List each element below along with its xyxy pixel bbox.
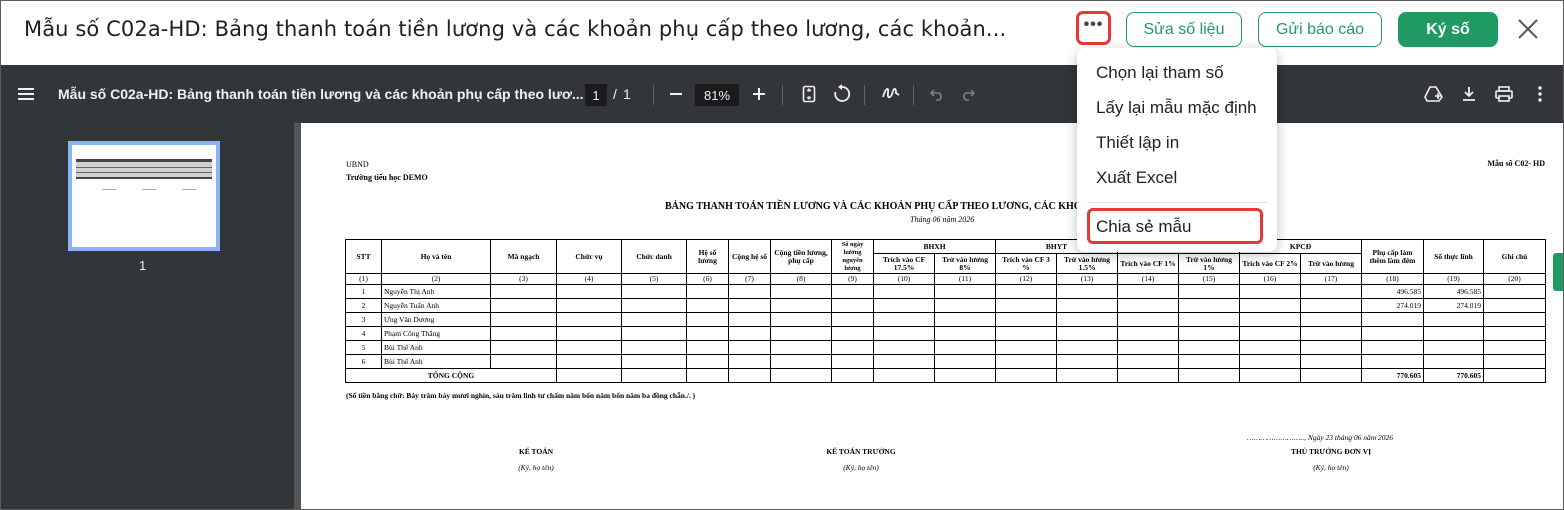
col-name: Họ và tên [381,239,491,274]
close-button[interactable] [1515,16,1541,42]
col-coef-add: Cộng hệ số [728,239,771,274]
side-panel-handle[interactable] [1553,253,1563,291]
col-bhtn-deduct: Trừ vào lương 1% [1178,253,1240,274]
zoom-out-icon[interactable] [665,83,687,105]
col-note: Ghi chú [1483,239,1546,274]
col-net: Số thực lĩnh [1423,239,1484,274]
table-row: 5 Bùi Thế Anh [345,340,1546,355]
document-form-number: Mẫu số C02- HD [1487,159,1545,168]
close-icon [1518,19,1538,39]
col-coef: Hệ số lương [686,239,729,274]
signer-chief-accountant: KẾ TOÁN TRƯỞNG (Ký, họ tên) [826,447,896,472]
zoom-in-icon[interactable] [748,83,770,105]
dialog-header: Mẫu số C02a-HD: Bảng thanh toán tiền lươ… [1,1,1563,65]
redo-icon[interactable] [957,83,979,105]
col-title: Chức danh [621,239,687,274]
col-bhxh-deduct: Trừ vào lương 8% [934,253,996,274]
col-night: Phụ cấp làm thêm làm đêm [1361,239,1424,274]
table-row: 3 Ưng Văn Dương [345,312,1546,327]
rotate-icon[interactable] [831,83,853,105]
page-thumbnail[interactable] [68,141,220,251]
print-icon[interactable] [1493,83,1515,105]
menu-item-reselect-params[interactable]: Chọn lại tham số [1096,63,1224,83]
fit-page-icon[interactable] [798,83,820,105]
menu-item-export-excel[interactable]: Xuất Excel [1096,168,1177,188]
col-kpcd-deduct: Trừ vào lương [1300,253,1362,274]
col-stt: STT [345,239,382,274]
document-school: Trường tiểu học DEMO [346,173,428,182]
pdf-viewer: Mẫu số C02a-HD: Bảng thanh toán tiền lươ… [1,65,1563,509]
report-preview-window: Mẫu số C02a-HD: Bảng thanh toán tiền lươ… [0,0,1564,510]
thumbnail-page-number: 1 [139,258,147,273]
col-position: Chức vụ [556,239,622,274]
table-row: 2 Nguyễn Tuấn Anh 274.019 274.019 [345,298,1546,313]
pdf-toolbar: Mẫu số C02a-HD: Bảng thanh toán tiền lươ… [1,65,1563,123]
col-rank: Mã ngạch [490,239,557,274]
signer-accountant: KẾ TOÁN (Ký, họ tên) [518,447,554,472]
menu-item-share-template[interactable]: Chia sẻ mẫu [1096,217,1191,237]
page-separator: / [613,86,617,102]
document-month: Tháng 06 năm 2026 [910,215,975,224]
undo-icon[interactable] [926,83,948,105]
col-bhyt-deduct: Trừ vào lương 1.5% [1056,253,1118,274]
document-heading: BẢNG THANH TOÁN TIỀN LƯƠNG VÀ CÁC KHOẢN … [665,201,1082,212]
signature-date: …………………….., Ngày 23 tháng 06 năm 2026 [1247,433,1394,442]
toolbar-divider [913,85,914,105]
col-kpcd-cf: Trích vào CF 2% [1239,253,1301,274]
digital-sign-button[interactable]: Ký số [1398,12,1498,47]
drive-save-icon[interactable] [1423,83,1445,105]
col-bhyt-cf: Trích vào CF 3 % [995,253,1057,274]
amount-in-words: (Số tiền bằng chữ: Bảy trăm bảy mươi ngh… [346,391,696,400]
toolbar-divider [653,85,654,105]
col-bhtn-cf: Trích vào CF 1% [1117,253,1179,274]
col-days: Số ngày hưởng nguyên lương [831,239,874,274]
total-row: TỔNG CỘNG 770.605 770.605 [345,368,1546,383]
pdf-page: UBND Trường tiểu học DEMO Mẫu số C02- HD… [301,123,1563,509]
col-salary-sum: Cộng tiền lương, phụ cấp [770,239,832,274]
menu-icon[interactable] [16,83,38,105]
table-row: 1 Nguyễn Thị Anh 496.585 496.585 [345,284,1546,299]
zoom-level-input[interactable]: 81% [695,84,739,106]
signer-head-of-unit: THỦ TRƯỞNG ĐƠN VỊ (Ký, họ tên) [1290,447,1372,472]
col-bhxh: BHXH [873,239,996,254]
more-options-menu: Chọn lại tham số Lấy lại mẫu mặc định Th… [1077,48,1277,252]
menu-item-print-setup[interactable]: Thiết lập in [1096,133,1179,153]
page-number-input[interactable]: 1 [585,84,607,106]
col-bhxh-cf: Trích vào CF 17.5% [873,253,935,274]
more-icon: ••• [1083,16,1104,33]
table-row: 6 Bùi Thế Anh [345,354,1546,369]
more-options-button[interactable]: ••• [1076,11,1111,45]
menu-item-reset-template[interactable]: Lấy lại mẫu mặc định [1096,98,1257,118]
draw-icon[interactable] [880,83,902,105]
more-vert-icon[interactable] [1529,83,1551,105]
page-total: 1 [623,86,631,102]
download-icon[interactable] [1458,83,1480,105]
dialog-title: Mẫu số C02a-HD: Bảng thanh toán tiền lươ… [24,17,1007,41]
table-row: 4 Phạm Công Thắng [345,326,1546,341]
toolbar-divider [864,85,865,105]
toolbar-divider [782,85,783,105]
pdf-document-title: Mẫu số C02a-HD: Bảng thanh toán tiền lươ… [58,86,584,102]
document-organization: UBND [346,160,369,169]
send-report-button[interactable]: Gửi báo cáo [1258,12,1382,47]
edit-data-button[interactable]: Sửa số liệu [1126,12,1242,47]
payroll-table: STT Họ và tên Mã ngạch Chức vụ Chức danh… [345,239,1546,383]
thumbnail-preview [76,159,212,190]
thumbnail-sidebar: 1 [1,123,294,509]
index-row: (1) (2) (3) (4) (5) (6) (7) (8) (9) (10) (11) (12)(… [345,273,1546,285]
menu-divider [1087,202,1267,203]
